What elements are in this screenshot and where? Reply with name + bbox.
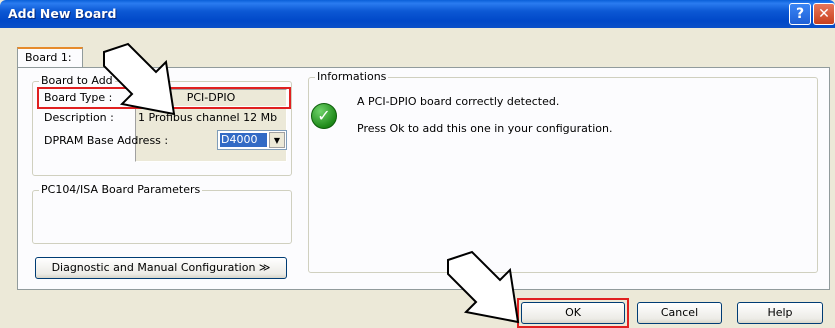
diagnostic-button[interactable]: Diagnostic and Manual Configuration ≫ (35, 257, 287, 279)
close-button[interactable]: ✕ (813, 3, 835, 25)
arrow-pointer-icon (103, 42, 176, 116)
help-title-button[interactable]: ? (789, 3, 811, 25)
pc104-group: PC104/ISA Board Parameters (32, 183, 292, 244)
arrow-pointer-icon (447, 250, 520, 324)
chevron-down-icon[interactable]: ▼ (269, 132, 285, 148)
title-bar: Add New Board ? ✕ (0, 0, 835, 28)
pc104-title: PC104/ISA Board Parameters (39, 183, 203, 196)
help-button[interactable]: Help (737, 302, 823, 324)
cancel-button[interactable]: Cancel (637, 302, 722, 324)
tab-board-1[interactable]: Board 1: (17, 47, 83, 68)
tab-label: Board 1: (25, 51, 72, 64)
dpram-combo[interactable]: D4000 ▼ (217, 130, 287, 150)
dpram-label: DPRAM Base Address : (44, 134, 169, 147)
add-new-board-dialog: Add New Board ? ✕ Board 1: Board to Add … (0, 0, 835, 328)
check-circle-icon: ✓ (311, 103, 337, 129)
info-line-2: Press Ok to add this one in your configu… (357, 122, 613, 135)
info-line-1: A PCI-DPIO board correctly detected. (357, 95, 560, 108)
informations-title: Informations (315, 70, 389, 83)
ok-button-highlight (517, 298, 629, 328)
window-title: Add New Board (8, 6, 117, 21)
dpram-value: D4000 (220, 133, 267, 147)
